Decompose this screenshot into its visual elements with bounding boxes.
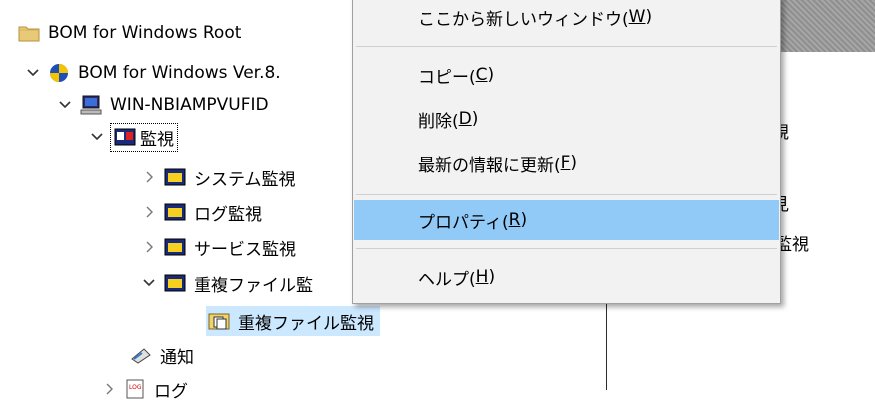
tree-item-service-monitor[interactable]: サービス監視	[140, 232, 296, 262]
tree-item-label: BOM for Windows Root	[48, 23, 242, 43]
tree-item-bom[interactable]: BOM for Windows Ver.8.	[24, 58, 281, 88]
chevron-right-icon[interactable]	[140, 203, 158, 221]
menu-item-label-end: )	[570, 153, 578, 173]
tree-item-log-monitor[interactable]: ログ監視	[140, 197, 262, 227]
tree-item-duplicate-monitor[interactable]: 重複ファイル監	[140, 268, 313, 298]
menu-item-refresh[interactable]: 最新の情報に更新(F)	[354, 143, 779, 183]
tree-item-root[interactable]: BOM for Windows Root	[18, 18, 241, 48]
menu-item-accelerator: W	[628, 7, 646, 27]
menu-item-properties[interactable]: プロパティ(R)	[354, 200, 779, 240]
bom-globe-icon	[48, 62, 70, 84]
menu-item-label: プロパティ(	[418, 212, 509, 233]
menu-item-accelerator: H	[475, 267, 489, 287]
menu-item-label-end: )	[471, 109, 479, 129]
context-menu: ここから新しいウィンドウ(W) コピー(C) 削除(D) 最新の情報に更新(F)…	[352, 0, 781, 304]
menu-item-label-end: )	[520, 210, 528, 230]
monitor-folder-icon	[164, 272, 186, 294]
menu-item-label: コピー(	[418, 67, 476, 88]
tree-item-label: BOM for Windows Ver.8.	[78, 63, 281, 83]
chevron-down-icon[interactable]	[56, 96, 74, 114]
tree-item-duplicate-file-monitor[interactable]: 重複ファイル監視	[206, 306, 380, 336]
menu-item-label: ヘルプ(	[418, 269, 476, 290]
monitor-folder-icon	[164, 201, 186, 223]
notify-icon	[130, 344, 152, 366]
tree-item-label: ログ監視	[194, 204, 262, 225]
tree-item-label: ログ	[154, 381, 188, 402]
menu-item-label-end: )	[488, 267, 496, 287]
chevron-right-icon[interactable]	[100, 380, 118, 398]
monitor-folder-icon	[164, 166, 186, 188]
monitor-group-icon	[114, 126, 136, 148]
menu-item-accelerator: C	[475, 65, 488, 85]
menu-item-label-end: )	[645, 7, 653, 27]
menu-item-accelerator: D	[458, 109, 472, 129]
folder-icon	[18, 22, 40, 44]
tree-item-label: 重複ファイル監視	[238, 313, 374, 334]
menu-separator	[356, 46, 777, 47]
menu-item-label: 削除(	[418, 111, 459, 132]
tree-item-label: 通知	[160, 347, 194, 368]
menu-item-label: ここから新しいウィンドウ(	[418, 9, 629, 30]
monitor-folder-icon	[164, 236, 186, 258]
menu-separator	[356, 194, 777, 195]
menu-item-help[interactable]: ヘルプ(H)	[354, 257, 779, 297]
chevron-down-icon[interactable]	[88, 128, 106, 146]
chevron-right-icon[interactable]	[140, 168, 158, 186]
chevron-right-icon[interactable]	[140, 238, 158, 256]
tree-item-label: 重複ファイル監	[194, 275, 313, 296]
tree-item-label: サービス監視	[194, 239, 296, 260]
tree-item-system-monitor[interactable]: システム監視	[140, 162, 296, 192]
tree-item-label: システム監視	[194, 169, 296, 190]
tree-item-computer[interactable]: WIN-NBIAMPVUFID	[56, 90, 269, 120]
chevron-down-icon[interactable]	[24, 64, 42, 82]
menu-item-copy[interactable]: コピー(C)	[354, 55, 779, 95]
selected-item-frame: 監視	[110, 122, 178, 152]
tree-item-label: 監視	[140, 129, 174, 150]
menu-item-accelerator: R	[508, 210, 521, 230]
tree-item-label: WIN-NBIAMPVUFID	[110, 95, 269, 115]
chevron-down-icon[interactable]	[140, 274, 158, 292]
tree-item-monitor[interactable]: 監視	[88, 122, 178, 152]
computer-icon	[80, 94, 102, 116]
menu-item-label: 最新の情報に更新(	[418, 155, 561, 176]
duplicate-file-icon	[208, 310, 230, 332]
tree-item-log[interactable]: LOG ログ	[100, 374, 188, 404]
menu-item-new-window[interactable]: ここから新しいウィンドウ(W)	[354, 0, 779, 37]
menu-item-label-end: )	[487, 65, 495, 85]
log-icon: LOG	[124, 378, 146, 400]
menu-separator	[356, 248, 777, 249]
tree-item-notify[interactable]: 通知	[130, 340, 194, 370]
menu-item-accelerator: F	[560, 153, 571, 173]
menu-item-delete[interactable]: 削除(D)	[354, 99, 779, 139]
